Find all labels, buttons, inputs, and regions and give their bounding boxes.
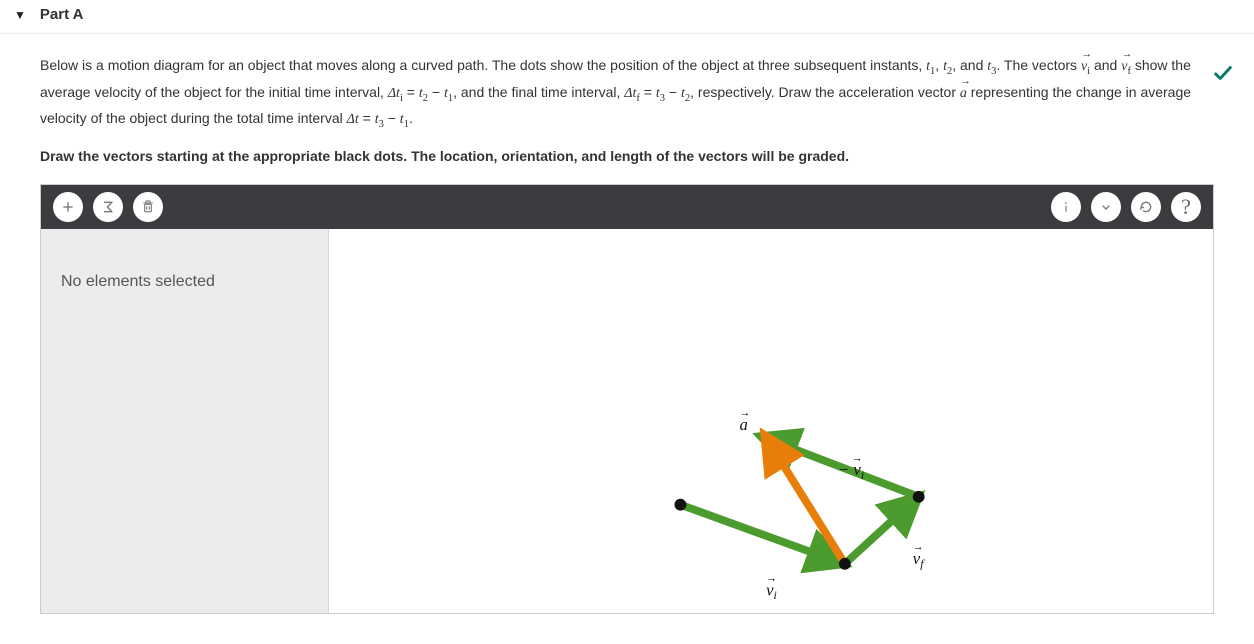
reset-icon <box>1138 199 1154 215</box>
position-dot <box>913 491 925 503</box>
sum-button[interactable] <box>93 192 123 222</box>
sigma-icon <box>100 199 116 215</box>
label-neg-vi: − vi → <box>838 452 864 482</box>
vf-arrow[interactable] <box>845 501 914 564</box>
label-a: a → <box>739 407 750 434</box>
correct-check-icon <box>1212 62 1234 87</box>
drawing-canvas[interactable]: a → − vi → vf → vi → <box>329 229 1213 613</box>
problem-description: Below is a motion diagram for an object … <box>40 54 1214 134</box>
part-header: ▼ Part A <box>0 0 1254 33</box>
selection-panel: No elements selected <box>41 229 329 613</box>
trash-icon <box>140 199 156 215</box>
label-vi: vi → <box>766 572 777 602</box>
chevron-down-icon <box>1098 199 1114 215</box>
question-icon: ? <box>1181 194 1191 220</box>
svg-text:→: → <box>766 572 777 584</box>
delete-button[interactable] <box>133 192 163 222</box>
svg-text:→: → <box>739 407 750 419</box>
a-arrow[interactable] <box>768 440 845 563</box>
add-vector-button[interactable] <box>53 192 83 222</box>
vector-workspace: ? No elements selected <box>40 184 1214 614</box>
selection-status: No elements selected <box>61 273 308 291</box>
plus-icon <box>60 199 76 215</box>
info-button[interactable] <box>1051 192 1081 222</box>
reset-button[interactable] <box>1131 192 1161 222</box>
question-body: Below is a motion diagram for an object … <box>0 33 1254 614</box>
svg-text:→: → <box>852 452 863 464</box>
grading-instruction: Draw the vectors starting at the appropr… <box>40 148 1214 164</box>
position-dot <box>839 558 851 570</box>
more-button[interactable] <box>1091 192 1121 222</box>
info-icon <box>1058 199 1074 215</box>
workspace-toolbar: ? <box>41 185 1213 229</box>
position-dot <box>675 499 687 511</box>
label-vf: vf → <box>913 541 925 571</box>
help-button[interactable]: ? <box>1171 192 1201 222</box>
svg-text:→: → <box>913 541 924 553</box>
diagram-svg: a → − vi → vf → vi → <box>329 229 1213 613</box>
collapse-icon[interactable]: ▼ <box>14 8 26 22</box>
part-title: Part A <box>40 6 84 23</box>
